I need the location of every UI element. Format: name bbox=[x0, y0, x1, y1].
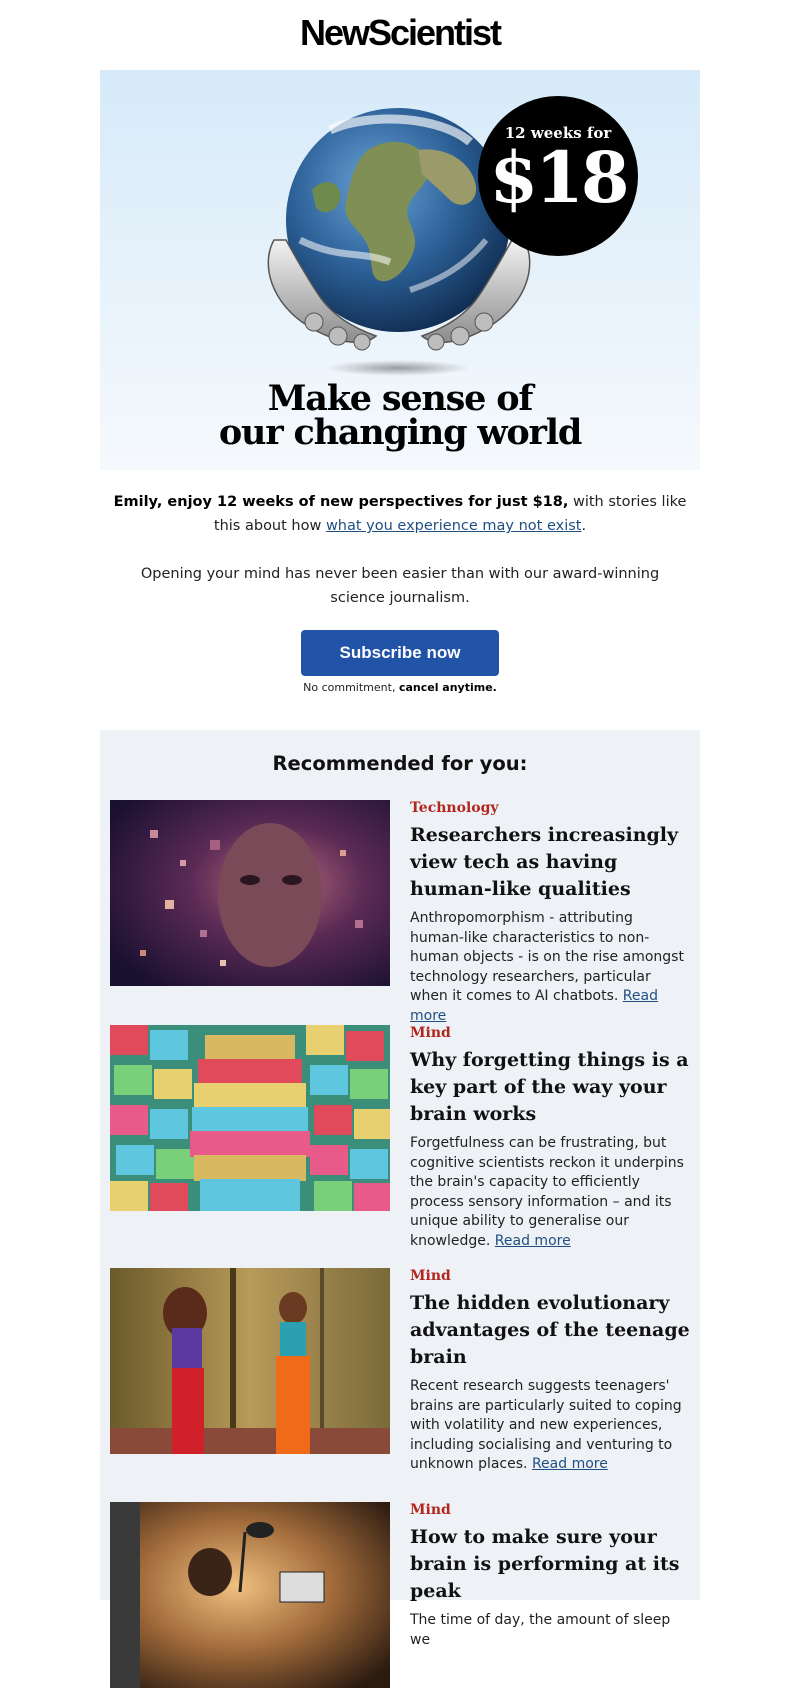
headline-line-1: Make sense of bbox=[267, 378, 534, 419]
article-image-person-at-desk[interactable] bbox=[110, 1502, 390, 1688]
article-category[interactable]: Technology bbox=[410, 800, 690, 816]
article-title[interactable]: How to make sure your brain is performin… bbox=[410, 1524, 690, 1605]
subscribe-now-button[interactable]: Subscribe now bbox=[301, 630, 499, 676]
article-image-teenagers[interactable] bbox=[110, 1268, 390, 1454]
article-link[interactable]: what you experience may not exist bbox=[326, 518, 582, 534]
article-category[interactable]: Mind bbox=[410, 1025, 690, 1041]
article-title[interactable]: Researchers increasingly view tech as ha… bbox=[410, 822, 690, 903]
read-more-link[interactable]: Read more bbox=[495, 1233, 571, 1249]
intro-paragraph: Emily, enjoy 12 weeks of new perspective… bbox=[100, 490, 700, 538]
cta-note-text: No commitment, bbox=[303, 681, 399, 694]
cta-note-bold: cancel anytime. bbox=[398, 681, 497, 694]
hero-headline: Make sense of our changing world bbox=[100, 378, 700, 453]
cta-note: No commitment, cancel anytime. bbox=[100, 681, 700, 694]
badge-price: $18 bbox=[489, 136, 629, 219]
article-desc-text: Forgetfulness can be frustrating, but co… bbox=[410, 1135, 684, 1249]
article-card-body: Mind How to make sure your brain is perf… bbox=[410, 1502, 690, 1650]
article-image-sticky-notes[interactable] bbox=[110, 1025, 390, 1211]
article-card-body: Mind The hidden evolutionary advantages … bbox=[410, 1268, 690, 1475]
read-more-link[interactable]: Read more bbox=[532, 1456, 608, 1472]
newscientist-logo[interactable]: NewScientist bbox=[300, 12, 502, 54]
price-badge: 12 weeks for $18 bbox=[478, 96, 638, 256]
article-desc-text: The time of day, the amount of sleep we bbox=[410, 1612, 671, 1648]
hero-banner[interactable]: 12 weeks for $18 Make sense of our chang… bbox=[100, 70, 700, 470]
article-card-body: Mind Why forgetting things is a key part… bbox=[410, 1025, 690, 1251]
intro-end: . bbox=[581, 518, 587, 534]
article-description: The time of day, the amount of sleep we bbox=[410, 1611, 690, 1650]
header: NewScientist bbox=[0, 0, 800, 66]
article-image-pixelated-face[interactable] bbox=[110, 800, 390, 986]
intro-bold-text: Emily, enjoy 12 weeks of new perspective… bbox=[113, 494, 569, 510]
article-description: Forgetfulness can be frustrating, but co… bbox=[410, 1134, 690, 1251]
recommended-section: Recommended for you: Technology Research… bbox=[100, 730, 700, 1688]
article-category[interactable]: Mind bbox=[410, 1268, 690, 1284]
article-category[interactable]: Mind bbox=[410, 1502, 690, 1518]
article-card-body: Technology Researchers increasingly view… bbox=[410, 800, 690, 1026]
article-title[interactable]: The hidden evolutionary advantages of th… bbox=[410, 1290, 690, 1371]
intro-paragraph-2: Opening your mind has never been easier … bbox=[140, 566, 660, 606]
article-description: Recent research suggests teenagers' brai… bbox=[410, 1377, 690, 1475]
article-description: Anthropomorphism - attributing human-lik… bbox=[410, 909, 690, 1026]
article-title[interactable]: Why forgetting things is a key part of t… bbox=[410, 1047, 690, 1128]
headline-line-2: our changing world bbox=[218, 412, 582, 453]
recommended-title: Recommended for you: bbox=[272, 752, 528, 775]
